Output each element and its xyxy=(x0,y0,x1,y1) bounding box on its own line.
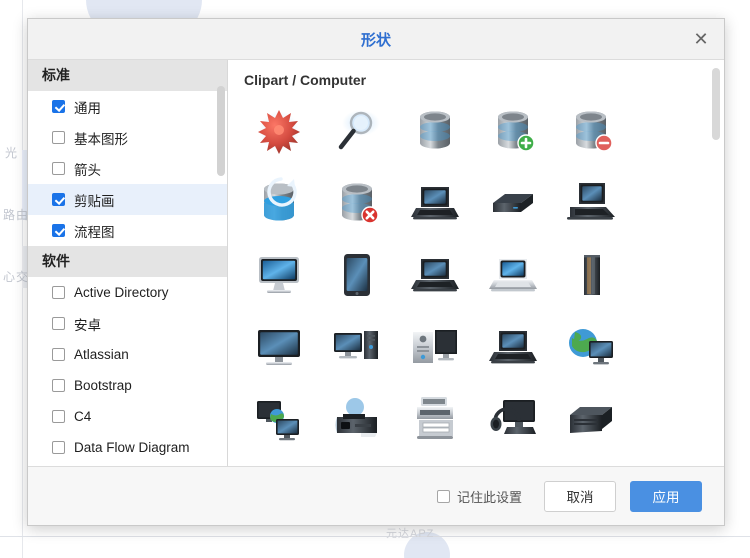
sidebar-item-Bootstrap[interactable]: Bootstrap xyxy=(28,370,227,401)
shape-picker-dialog: 形状 ✕ 标准通用基本图形箭头剪贴画流程图软件 Active Directory 安… xyxy=(27,18,725,526)
sidebar-scrollbar[interactable] xyxy=(217,86,225,462)
sidebar-group-header: 标准 xyxy=(28,60,227,91)
magnifier-search-icon[interactable] xyxy=(320,96,393,166)
tower-case-icon[interactable] xyxy=(554,240,627,310)
sidebar-item-label: Active Directory xyxy=(74,285,169,300)
monitor-icon[interactable] xyxy=(242,312,315,382)
sidebar-item-流程图[interactable]: 流程图 xyxy=(28,215,227,246)
database-icon[interactable] xyxy=(398,96,471,166)
checkbox-icon[interactable] xyxy=(52,286,65,299)
sidebar-item-安卓[interactable]: 安卓 xyxy=(28,308,227,339)
server-rack-icon[interactable] xyxy=(242,456,315,466)
remember-setting-label: 记住此设置 xyxy=(456,489,522,505)
monitor-headset-icon[interactable] xyxy=(476,384,549,454)
checkbox-icon[interactable] xyxy=(52,100,65,113)
sidebar-item-基本图形[interactable]: 基本图形 xyxy=(28,122,227,153)
database-add-icon[interactable] xyxy=(476,96,549,166)
sidebar-item-label: Bootstrap xyxy=(74,378,132,393)
database-remove-icon[interactable] xyxy=(554,96,627,166)
dialog-footer: 记住此设置 取消 应用 xyxy=(28,466,724,525)
shape-gallery-scroll-area[interactable]: Clipart / Computer xyxy=(228,60,724,466)
gears-icon[interactable] xyxy=(554,456,627,466)
imac-monitor-icon[interactable] xyxy=(242,240,315,310)
bg-divider xyxy=(0,536,750,537)
sidebar-item-label: 安卓 xyxy=(74,317,101,333)
sidebar-item-实体关系[interactable]: 实体关系 xyxy=(28,463,227,466)
bg-text-2: 心交 xyxy=(3,270,30,284)
sidebar-scroll-area[interactable]: 标准通用基本图形箭头剪贴画流程图软件 Active Directory 安卓 Atla… xyxy=(28,60,227,466)
desktop-pc-icon[interactable] xyxy=(320,312,393,382)
close-icon[interactable]: ✕ xyxy=(684,22,718,56)
external-drive-icon[interactable] xyxy=(476,168,549,238)
checkbox-icon[interactable] xyxy=(52,131,65,144)
server-rack-2-icon[interactable] xyxy=(398,456,471,466)
copier-icon[interactable] xyxy=(398,384,471,454)
checkbox-icon[interactable] xyxy=(52,441,65,454)
remember-checkbox-box[interactable] xyxy=(436,489,450,503)
virus-burst-icon[interactable] xyxy=(242,96,315,166)
gallery-scrollbar[interactable] xyxy=(712,68,720,460)
sidebar-item-Data Flow Diagram[interactable]: Data Flow Diagram xyxy=(28,432,227,463)
laptop-icon[interactable] xyxy=(398,168,471,238)
sidebar-item-label: Atlassian xyxy=(74,347,129,362)
sidebar-item-通用[interactable]: 通用 xyxy=(28,91,227,122)
shape-grid xyxy=(242,96,706,466)
laptop-grey-icon[interactable] xyxy=(398,240,471,310)
sidebar-item-箭头[interactable]: 箭头 xyxy=(28,153,227,184)
category-sidebar: 标准通用基本图形箭头剪贴画流程图软件 Active Directory 安卓 Atla… xyxy=(28,60,228,466)
tower-server-icon[interactable] xyxy=(476,456,549,466)
section-title: Clipart / Computer xyxy=(244,72,367,88)
laptop-open-icon[interactable] xyxy=(554,168,627,238)
gallery-scrollbar-thumb[interactable] xyxy=(712,68,720,140)
checkbox-icon[interactable] xyxy=(52,162,65,175)
rack-unit-icon[interactable] xyxy=(554,384,627,454)
network-monitors-icon[interactable] xyxy=(242,384,315,454)
sidebar-item-Atlassian[interactable]: Atlassian xyxy=(28,339,227,370)
checkbox-icon[interactable] xyxy=(52,410,65,423)
pc-with-monitor-icon[interactable] xyxy=(398,312,471,382)
sidebar-item-label: 通用 xyxy=(74,100,101,116)
bg-text-1: 路由 xyxy=(3,208,30,222)
sidebar-item-label: 剪贴画 xyxy=(74,193,115,209)
sidebar-item-label: 基本图形 xyxy=(74,131,128,147)
laptop-white-icon[interactable] xyxy=(476,240,549,310)
sidebar-item-Active Directory[interactable]: Active Directory xyxy=(28,277,227,308)
globe-monitor-icon[interactable] xyxy=(554,312,627,382)
bg-text-0: 光 xyxy=(5,146,19,160)
notebook-icon[interactable] xyxy=(476,312,549,382)
checkbox-icon[interactable] xyxy=(52,193,65,206)
dialog-titlebar: 形状 ✕ xyxy=(28,19,724,60)
shape-gallery: Clipart / Computer xyxy=(228,60,724,466)
checkbox-icon[interactable] xyxy=(52,317,65,330)
database-refresh-icon[interactable] xyxy=(242,168,315,238)
apply-button[interactable]: 应用 xyxy=(630,480,702,512)
sidebar-group-header: 软件 xyxy=(28,246,227,277)
checkbox-icon[interactable] xyxy=(52,379,65,392)
sidebar-item-C4[interactable]: C4 xyxy=(28,401,227,432)
bg-text-3: 元达APZ xyxy=(386,528,435,540)
dialog-title: 形状 xyxy=(360,31,391,49)
database-delete-icon[interactable] xyxy=(320,168,393,238)
sidebar-item-label: C4 xyxy=(74,409,92,424)
sidebar-item-剪贴画[interactable]: 剪贴画 xyxy=(28,184,227,215)
remember-setting-checkbox[interactable]: 记住此设置 xyxy=(436,487,522,506)
empty-rack-icon[interactable] xyxy=(320,456,393,466)
sidebar-scrollbar-thumb[interactable] xyxy=(217,86,225,176)
sidebar-item-label: 箭头 xyxy=(74,162,101,178)
sidebar-item-label: 流程图 xyxy=(74,224,115,240)
sidebar-item-label: Data Flow Diagram xyxy=(74,440,190,455)
checkbox-icon[interactable] xyxy=(52,224,65,237)
printer-icon[interactable] xyxy=(320,384,393,454)
cancel-button[interactable]: 取消 xyxy=(544,480,616,512)
dialog-body: 标准通用基本图形箭头剪贴画流程图软件 Active Directory 安卓 Atla… xyxy=(28,60,724,466)
tablet-icon[interactable] xyxy=(320,240,393,310)
checkbox-icon[interactable] xyxy=(52,348,65,361)
